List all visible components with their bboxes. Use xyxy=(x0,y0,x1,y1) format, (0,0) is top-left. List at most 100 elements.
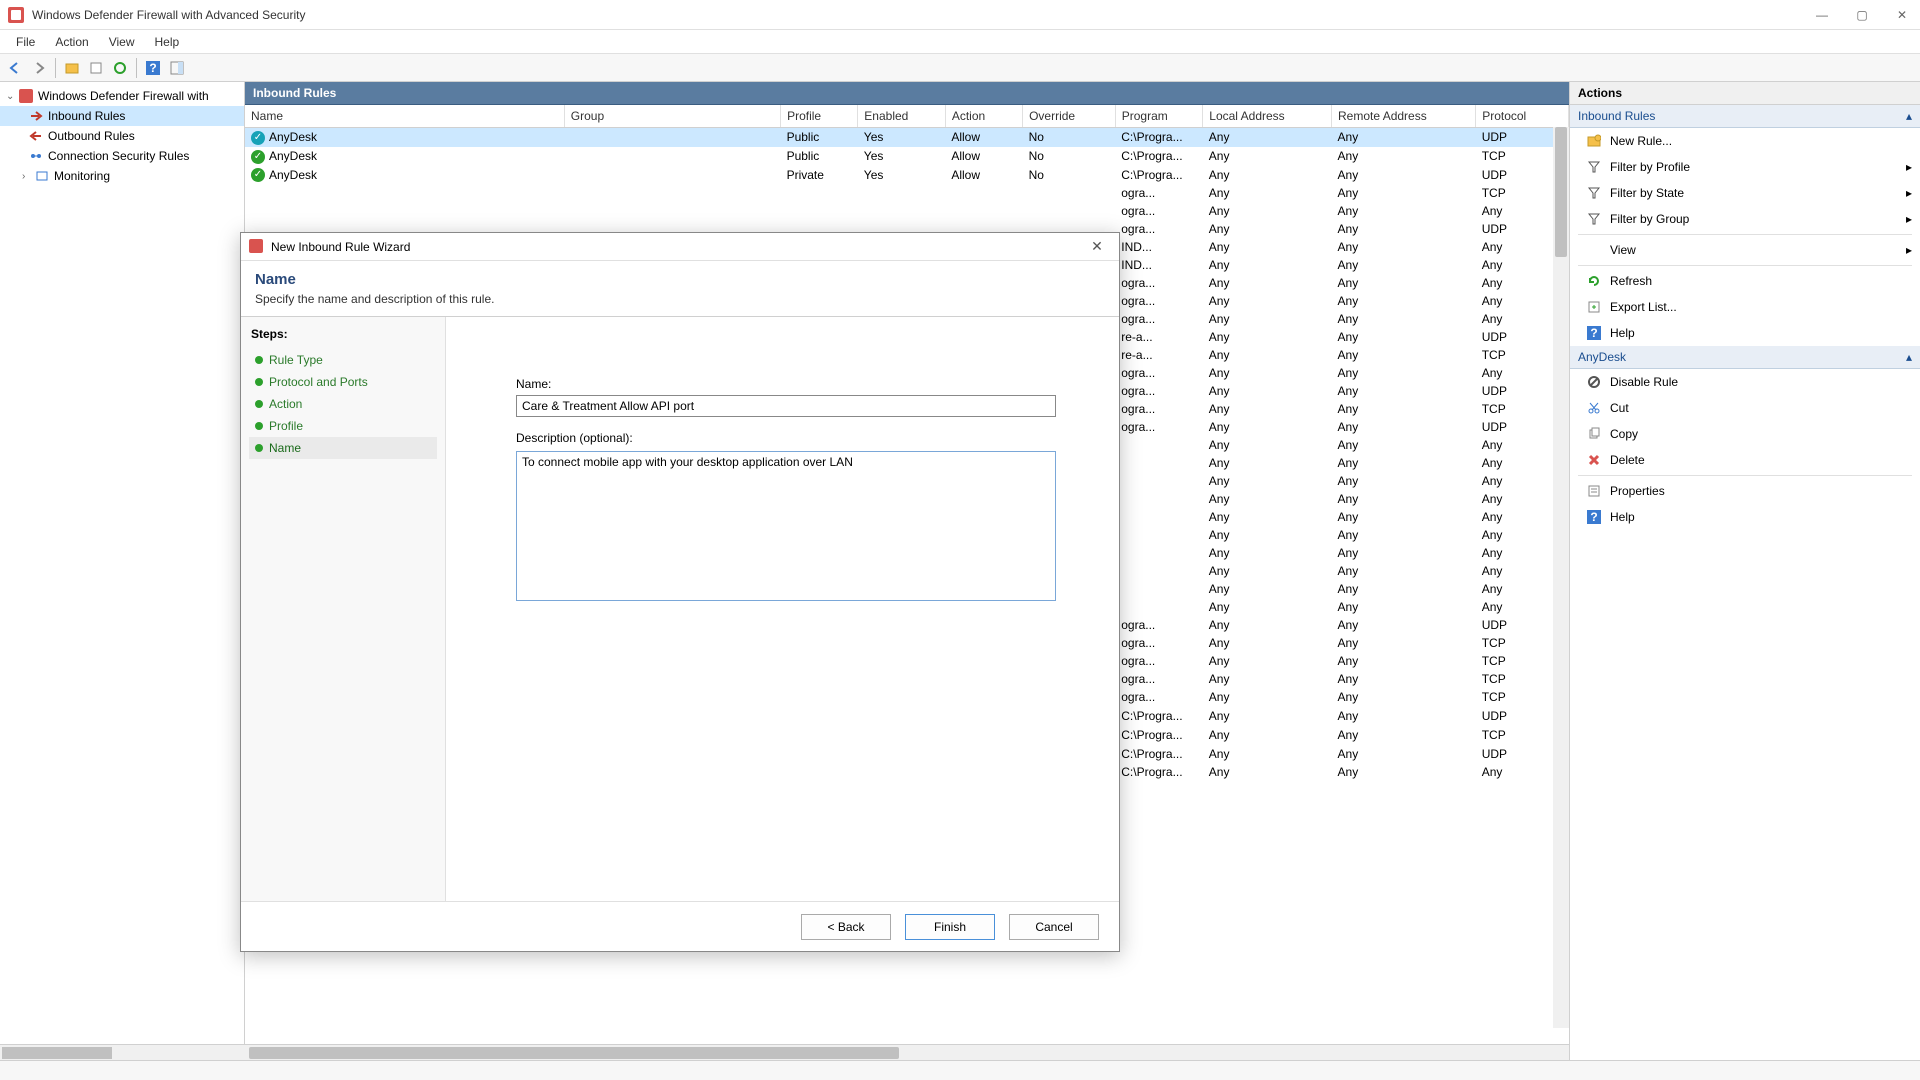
step-bullet-icon xyxy=(255,422,263,430)
col-name[interactable]: Name xyxy=(245,105,564,128)
actions-section-anydesk[interactable]: AnyDesk ▴ xyxy=(1570,346,1920,369)
table-row[interactable]: ✓AnyDeskPublicYesAllowNoC:\Progra...AnyA… xyxy=(245,147,1569,166)
action-disable-rule[interactable]: Disable Rule xyxy=(1570,369,1920,395)
filter-icon xyxy=(1586,211,1602,227)
action-copy[interactable]: Copy xyxy=(1570,421,1920,447)
connection-icon xyxy=(28,148,44,164)
col-group[interactable]: Group xyxy=(564,105,780,128)
col-protocol[interactable]: Protocol xyxy=(1476,105,1569,128)
menu-action[interactable]: Action xyxy=(45,32,98,52)
action-filter-by-state[interactable]: Filter by State▸ xyxy=(1570,180,1920,206)
action-refresh[interactable]: Refresh xyxy=(1570,268,1920,294)
action-export-list[interactable]: Export List... xyxy=(1570,294,1920,320)
action-delete[interactable]: Delete xyxy=(1570,447,1920,473)
action-separator xyxy=(1578,475,1912,476)
back-button[interactable]: < Back xyxy=(801,914,891,940)
tree-outbound-rules[interactable]: Outbound Rules xyxy=(0,126,244,146)
col-remote-address[interactable]: Remote Address xyxy=(1332,105,1476,128)
blank-icon xyxy=(1586,242,1602,258)
show-hide-action-pane-icon[interactable] xyxy=(166,57,188,79)
table-row[interactable]: ✓AnyDeskPrivateYesAllowNoC:\Progra...Any… xyxy=(245,166,1569,185)
firewall-icon xyxy=(18,88,34,104)
cancel-button[interactable]: Cancel xyxy=(1009,914,1099,940)
help-tool-icon[interactable]: ? xyxy=(142,57,164,79)
tree-monitoring[interactable]: › Monitoring xyxy=(0,166,244,186)
wizard-form: Name: Description (optional): xyxy=(446,317,1119,901)
table-row[interactable]: ogra...AnyAnyTCP xyxy=(245,184,1569,202)
menu-view[interactable]: View xyxy=(99,32,145,52)
action-help[interactable]: ?Help xyxy=(1570,320,1920,346)
action-help[interactable]: ?Help xyxy=(1570,504,1920,530)
actions-header: Actions xyxy=(1570,82,1920,105)
wizard-titlebar[interactable]: New Inbound Rule Wizard ✕ xyxy=(241,233,1119,261)
close-button[interactable]: ✕ xyxy=(1892,8,1912,22)
submenu-arrow-icon: ▸ xyxy=(1906,243,1912,257)
rule-description-input[interactable] xyxy=(516,451,1056,601)
col-enabled[interactable]: Enabled xyxy=(858,105,946,128)
col-override[interactable]: Override xyxy=(1023,105,1116,128)
collapse-section-icon[interactable]: ▴ xyxy=(1906,109,1912,123)
refresh-tool-icon[interactable] xyxy=(109,57,131,79)
tree-label: Outbound Rules xyxy=(48,129,135,143)
table-row[interactable]: ogra...AnyAnyAny xyxy=(245,202,1569,220)
svg-text:?: ? xyxy=(1590,326,1597,340)
navigation-tree[interactable]: ⌄ Windows Defender Firewall with Inbound… xyxy=(0,82,245,1060)
submenu-arrow-icon: ▸ xyxy=(1906,212,1912,226)
step-link[interactable]: Protocol and Ports xyxy=(269,375,368,389)
col-profile[interactable]: Profile xyxy=(781,105,858,128)
tree-inbound-rules[interactable]: Inbound Rules xyxy=(0,106,244,126)
rule-name-input[interactable] xyxy=(516,395,1056,417)
action-filter-by-profile[interactable]: Filter by Profile▸ xyxy=(1570,154,1920,180)
minimize-button[interactable]: — xyxy=(1812,8,1832,22)
vertical-scrollbar[interactable] xyxy=(1553,127,1569,1028)
wizard-step-protocol-and-ports[interactable]: Protocol and Ports xyxy=(249,371,437,393)
actions-section-inbound[interactable]: Inbound Rules ▴ xyxy=(1570,105,1920,128)
action-cut[interactable]: Cut xyxy=(1570,395,1920,421)
tree-root[interactable]: ⌄ Windows Defender Firewall with xyxy=(0,86,244,106)
action-new-rule[interactable]: New Rule... xyxy=(1570,128,1920,154)
col-action[interactable]: Action xyxy=(945,105,1022,128)
export-icon xyxy=(1586,299,1602,315)
collapse-icon[interactable]: ⌄ xyxy=(6,91,18,102)
table-row[interactable]: ✓AnyDeskPublicYesAllowNoC:\Progra...AnyA… xyxy=(245,128,1569,147)
wizard-step-rule-type[interactable]: Rule Type xyxy=(249,349,437,371)
wizard-step-name[interactable]: Name xyxy=(249,437,437,459)
action-label: Disable Rule xyxy=(1610,375,1678,389)
action-label: Filter by State xyxy=(1610,186,1684,200)
finish-button[interactable]: Finish xyxy=(905,914,995,940)
step-link[interactable]: Profile xyxy=(269,419,303,433)
rule-status-icon: ✓ xyxy=(251,131,265,145)
rule-status-icon: ✓ xyxy=(251,150,265,164)
firewall-icon xyxy=(249,239,265,255)
step-link[interactable]: Name xyxy=(269,441,301,455)
back-button[interactable] xyxy=(4,57,26,79)
wizard-close-button[interactable]: ✕ xyxy=(1083,238,1111,255)
tree-horizontal-scrollbar[interactable] xyxy=(0,1044,245,1060)
menu-file[interactable]: File xyxy=(6,32,45,52)
forward-button[interactable] xyxy=(28,57,50,79)
action-properties[interactable]: Properties xyxy=(1570,478,1920,504)
help-icon: ? xyxy=(1586,509,1602,525)
collapse-section-icon[interactable]: ▴ xyxy=(1906,350,1912,364)
step-link[interactable]: Rule Type xyxy=(269,353,323,367)
expand-icon[interactable]: › xyxy=(22,171,34,182)
wizard-step-profile[interactable]: Profile xyxy=(249,415,437,437)
tree-root-label: Windows Defender Firewall with xyxy=(38,89,209,103)
action-view[interactable]: View▸ xyxy=(1570,237,1920,263)
step-link[interactable]: Action xyxy=(269,397,302,411)
titlebar: Windows Defender Firewall with Advanced … xyxy=(0,0,1920,30)
maximize-button[interactable]: ▢ xyxy=(1852,8,1872,22)
wizard-step-action[interactable]: Action xyxy=(249,393,437,415)
action-filter-by-group[interactable]: Filter by Group▸ xyxy=(1570,206,1920,232)
col-program[interactable]: Program xyxy=(1115,105,1203,128)
wizard-steps-sidebar: Steps: Rule Type Protocol and Ports Action… xyxy=(241,317,446,901)
properties-tool-icon[interactable] xyxy=(85,57,107,79)
steps-label: Steps: xyxy=(249,327,437,341)
tree-connection-security[interactable]: Connection Security Rules xyxy=(0,146,244,166)
new-rule-tool-icon[interactable] xyxy=(61,57,83,79)
col-local-address[interactable]: Local Address xyxy=(1203,105,1332,128)
horizontal-scrollbar[interactable] xyxy=(245,1044,1569,1060)
monitoring-icon xyxy=(34,168,50,184)
wizard-step-heading: Name xyxy=(255,271,1105,288)
menu-help[interactable]: Help xyxy=(145,32,190,52)
